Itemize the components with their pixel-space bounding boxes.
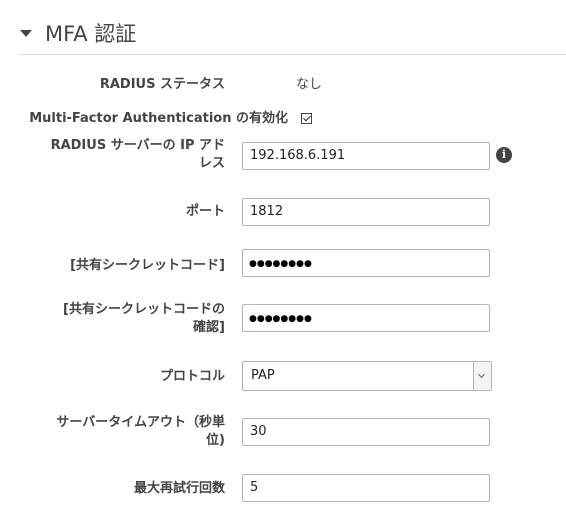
shared-secret-masked-value: ●●●●●●●● bbox=[249, 259, 312, 269]
section-title[interactable]: MFA 認証 bbox=[45, 21, 136, 47]
timeout-input[interactable]: 30 bbox=[242, 418, 490, 446]
shared-secret-confirm-label: [共有シークレットコードの 確認] bbox=[63, 301, 225, 337]
protocol-label: プロトコル bbox=[159, 369, 225, 384]
radius-ip-label-line2: レス bbox=[198, 156, 225, 171]
info-icon[interactable]: i bbox=[496, 147, 512, 163]
timeout-label: サーバータイムアウト（秒単 位) bbox=[56, 414, 225, 450]
shared-secret-label: [共有シークレットコード] bbox=[70, 258, 225, 273]
timeout-label-line1: サーバータイムアウト（秒単 bbox=[56, 415, 225, 430]
shared-secret-confirm-masked-value: ●●●●●●●● bbox=[249, 314, 312, 324]
radius-ip-input[interactable]: 192.168.6.191 bbox=[242, 142, 490, 170]
mfa-enable-checkbox[interactable] bbox=[301, 113, 312, 124]
chevron-down-icon[interactable] bbox=[473, 362, 491, 390]
timeout-label-line2: 位) bbox=[206, 433, 225, 448]
protocol-select-value: PAP bbox=[251, 368, 275, 383]
section-header: MFA 認証 bbox=[18, 20, 566, 55]
radius-status-value: なし bbox=[296, 77, 323, 92]
radius-ip-label-line1: RADIUS サーバーの IP アド bbox=[50, 138, 225, 153]
caret-down-icon[interactable] bbox=[20, 30, 32, 37]
radius-ip-label: RADIUS サーバーの IP アド レス bbox=[51, 137, 225, 173]
shared-secret-confirm-label-line2: 確認] bbox=[193, 320, 225, 335]
protocol-select[interactable]: PAP bbox=[242, 361, 492, 391]
mfa-enable-label: Multi-Factor Authentication の有効化 bbox=[29, 111, 288, 126]
max-retries-input[interactable]: 5 bbox=[242, 474, 490, 502]
shared-secret-confirm-label-line1: [共有シークレットコードの bbox=[63, 302, 225, 317]
port-label: ポート bbox=[185, 204, 225, 219]
max-retries-label: 最大再試行回数 bbox=[133, 481, 225, 496]
port-input[interactable]: 1812 bbox=[242, 198, 490, 226]
radius-status-label: RADIUS ステータス bbox=[99, 77, 225, 92]
